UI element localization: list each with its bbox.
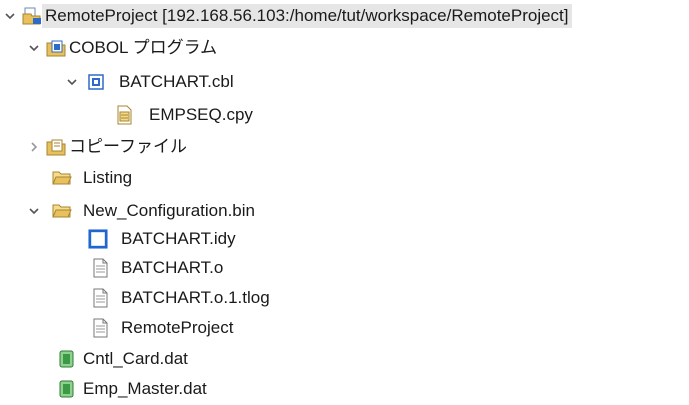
data-file-icon <box>56 349 76 369</box>
text-file-icon <box>90 258 110 278</box>
tree-label-cobol: COBOL プログラム <box>69 38 218 57</box>
text-file-icon <box>90 288 110 308</box>
tree-row-tlog[interactable]: BATCHART.o.1.tlog <box>0 284 689 312</box>
chevron-down-icon[interactable] <box>26 203 42 219</box>
tree-row-batchart-cbl[interactable]: BATCHART.cbl <box>0 68 689 96</box>
tree-label-empmaster: Emp_Master.dat <box>83 379 207 398</box>
folder-icon <box>52 201 72 221</box>
tree-row-cobol[interactable]: COBOL プログラム <box>0 34 689 62</box>
tree-row-newconfig[interactable]: New_Configuration.bin <box>0 197 689 225</box>
tree-label-idy: BATCHART.idy <box>121 229 236 248</box>
tree-label-root: RemoteProject [192.168.56.103:/home/tut/… <box>42 4 572 28</box>
tree-row-idy[interactable]: BATCHART.idy <box>0 225 689 253</box>
chevron-down-icon[interactable] <box>2 8 18 24</box>
blank-file-icon <box>88 229 108 249</box>
tree-label-cntl: Cntl_Card.dat <box>83 349 188 368</box>
data-file-icon <box>56 379 76 399</box>
tree-row-o[interactable]: BATCHART.o <box>0 254 689 282</box>
folder-icon <box>52 168 72 188</box>
remote-project-icon <box>22 6 42 26</box>
tree-row-root[interactable]: RemoteProject [192.168.56.103:/home/tut/… <box>0 2 689 30</box>
tree-label-newconfig: New_Configuration.bin <box>83 201 255 220</box>
copybook-file-icon <box>114 105 134 125</box>
tree-label-remoteproject-file: RemoteProject <box>121 318 234 337</box>
text-file-icon <box>90 318 110 338</box>
tree-label-o: BATCHART.o <box>121 258 224 277</box>
tree-row-empmaster[interactable]: Emp_Master.dat <box>0 375 689 403</box>
tree-label-empseq: EMPSEQ.cpy <box>149 105 253 124</box>
chevron-down-icon[interactable] <box>26 40 42 56</box>
tree-label-listing: Listing <box>83 168 133 187</box>
source-folder-icon <box>46 38 66 58</box>
tree-label-copyfile: コピーファイル <box>69 137 187 156</box>
tree-row-remoteproject-file[interactable]: RemoteProject <box>0 314 689 342</box>
tree-label-tlog: BATCHART.o.1.tlog <box>121 288 270 307</box>
copy-folder-icon <box>46 137 66 157</box>
tree-row-cntl[interactable]: Cntl_Card.dat <box>0 345 689 373</box>
tree-row-empseq[interactable]: EMPSEQ.cpy <box>0 101 689 129</box>
chevron-down-icon[interactable] <box>64 74 80 90</box>
cobol-source-icon <box>86 72 106 92</box>
tree-label-batchart-cbl: BATCHART.cbl <box>119 72 234 91</box>
tree-row-listing[interactable]: Listing <box>0 164 689 192</box>
tree-row-copyfile[interactable]: コピーファイル <box>0 133 689 161</box>
chevron-right-icon[interactable] <box>26 139 42 155</box>
